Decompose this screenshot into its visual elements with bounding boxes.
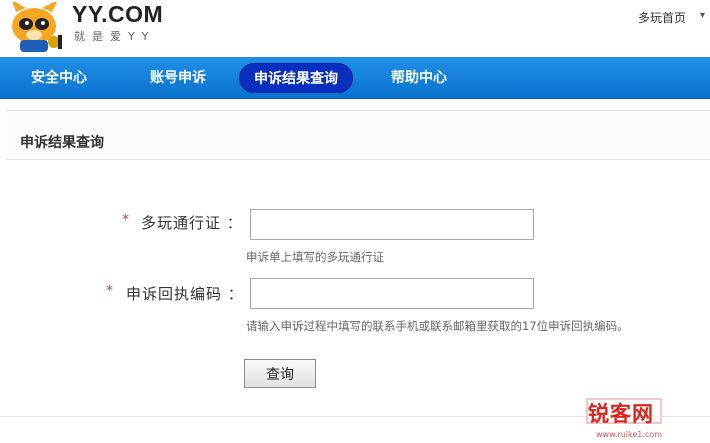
logo-slogan: 就是爱YY (74, 30, 156, 43)
section-header: 申诉结果查询 (6, 110, 710, 160)
passport-label: 多玩通行证 ： (141, 214, 243, 232)
page: YY.COM 就是爱YY 多玩首页 ▾ 安全中心 账号申诉 申诉结果查询 帮助中… (0, 0, 710, 443)
receipt-code-label: 申诉回执编码 ： (126, 285, 244, 303)
nav-item-account-appeal[interactable]: 账号申诉 (150, 57, 206, 99)
section-title: 申诉结果查询 (20, 135, 104, 151)
required-mark: * (106, 283, 113, 299)
site-header: YY.COM 就是爱YY 多玩首页 ▾ (0, 0, 710, 56)
watermark-logo: 锐客网 (588, 402, 654, 426)
duowan-home-link[interactable]: 多玩首页 (638, 9, 686, 26)
nav-item-security-center[interactable]: 安全中心 (31, 57, 87, 99)
chevron-down-icon[interactable]: ▾ (700, 10, 705, 21)
receipt-code-input[interactable] (250, 278, 534, 309)
yy-mascot-icon[interactable] (8, 2, 70, 52)
watermark-url: www.ruike1.com (596, 430, 663, 439)
nav-item-help-center[interactable]: 帮助中心 (391, 57, 447, 99)
logo-text[interactable]: YY.COM (72, 1, 163, 28)
passport-hint: 申诉单上填写的多玩通行证 (246, 250, 384, 264)
receipt-code-hint: 请输入申诉过程中填写的联系手机或联系邮箱里获取的17位申诉回执编码。 (246, 319, 629, 333)
main-nav: 安全中心 账号申诉 申诉结果查询 帮助中心 (0, 57, 710, 99)
passport-input[interactable] (250, 209, 534, 240)
query-button[interactable]: 查询 (244, 359, 316, 388)
nav-item-appeal-result-query[interactable]: 申诉结果查询 (239, 63, 353, 93)
required-mark: * (122, 212, 129, 228)
